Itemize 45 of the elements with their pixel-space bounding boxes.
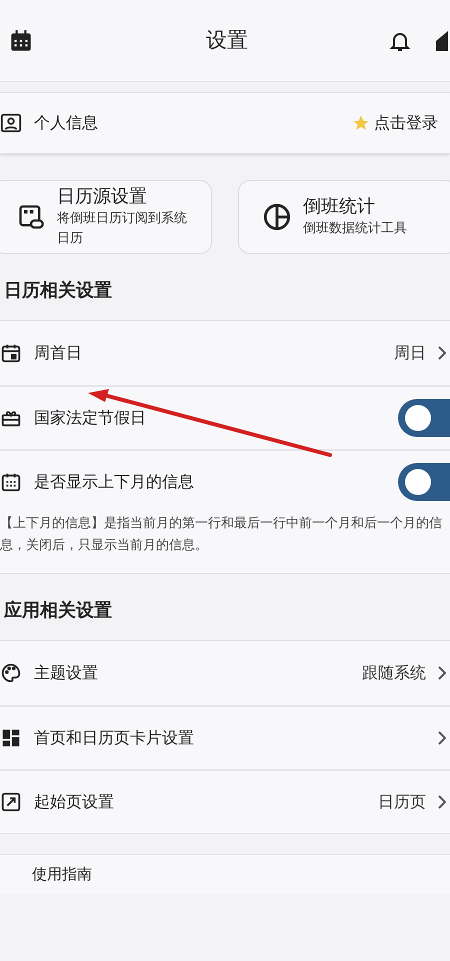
calendar-link-icon xyxy=(17,203,45,231)
page-title: 设置 xyxy=(206,26,248,54)
row-label: 周首日 xyxy=(34,342,83,364)
row-label: 首页和日历页卡片设置 xyxy=(34,727,195,749)
calendar-icon xyxy=(0,342,22,364)
settings-row[interactable]: 使用指南 xyxy=(0,854,450,894)
chevron-icon xyxy=(438,346,446,360)
card-subtitle: 倒班数据统计工具 xyxy=(303,220,407,238)
login-link[interactable]: 点击登录 xyxy=(374,111,438,135)
row-label: 起始页设置 xyxy=(34,791,115,813)
row-label: 使用指南 xyxy=(32,864,92,886)
contact-icon xyxy=(0,112,22,134)
section-heading: 应用相关设置 xyxy=(4,598,112,622)
row-label: 主题设置 xyxy=(34,662,99,684)
settings-row[interactable]: 国家法定节假日 xyxy=(0,385,450,449)
chevron-icon xyxy=(438,666,446,680)
toggle-switch[interactable] xyxy=(398,463,450,501)
calendar-icon xyxy=(0,471,22,493)
row-value: 日历页 xyxy=(378,791,426,813)
star-icon xyxy=(352,114,370,132)
settings-row[interactable]: 起始页设置 日历页 xyxy=(0,769,450,833)
card-title: 倒班统计 xyxy=(303,195,376,219)
settings-row[interactable]: 是否显示上下月的信息 xyxy=(0,449,450,513)
toggle-switch[interactable] xyxy=(398,399,450,437)
section-heading: 日历相关设置 xyxy=(4,278,112,302)
row-value: 跟随系统 xyxy=(362,662,426,684)
shortcut-card[interactable]: 日历源设置 将倒班日历订阅到系统日历 xyxy=(0,180,212,254)
note-text: 【上下月的信息】是指当前月的第一行和最后一行中前一个月和后一个月的信息，关闭后，只显示当前月的信息。 xyxy=(0,515,443,555)
palette-icon xyxy=(0,662,22,684)
shortcut-card[interactable]: 倒班统计 倒班数据统计工具 xyxy=(238,180,450,254)
start-page-icon xyxy=(0,791,22,813)
settings-row[interactable]: 周首日 周日 xyxy=(0,321,450,385)
profile-label: 个人信息 xyxy=(34,112,99,134)
pie-chart-icon xyxy=(263,203,291,231)
row-value: 周日 xyxy=(394,342,426,364)
settings-row[interactable]: 首页和日历页卡片设置 xyxy=(0,705,450,769)
card-subtitle: 将倒班日历订阅到系统日历 xyxy=(57,210,187,248)
row-label: 是否显示上下月的信息 xyxy=(34,471,195,493)
profile-row[interactable]: 个人信息 点击登录 xyxy=(0,92,450,154)
settings-row[interactable]: 主题设置 跟随系统 xyxy=(0,641,450,705)
dashboard-icon xyxy=(0,727,22,749)
card-title: 日历源设置 xyxy=(57,185,148,209)
row-label: 国家法定节假日 xyxy=(34,407,147,429)
chevron-icon xyxy=(438,795,446,809)
chevron-icon xyxy=(438,731,446,745)
